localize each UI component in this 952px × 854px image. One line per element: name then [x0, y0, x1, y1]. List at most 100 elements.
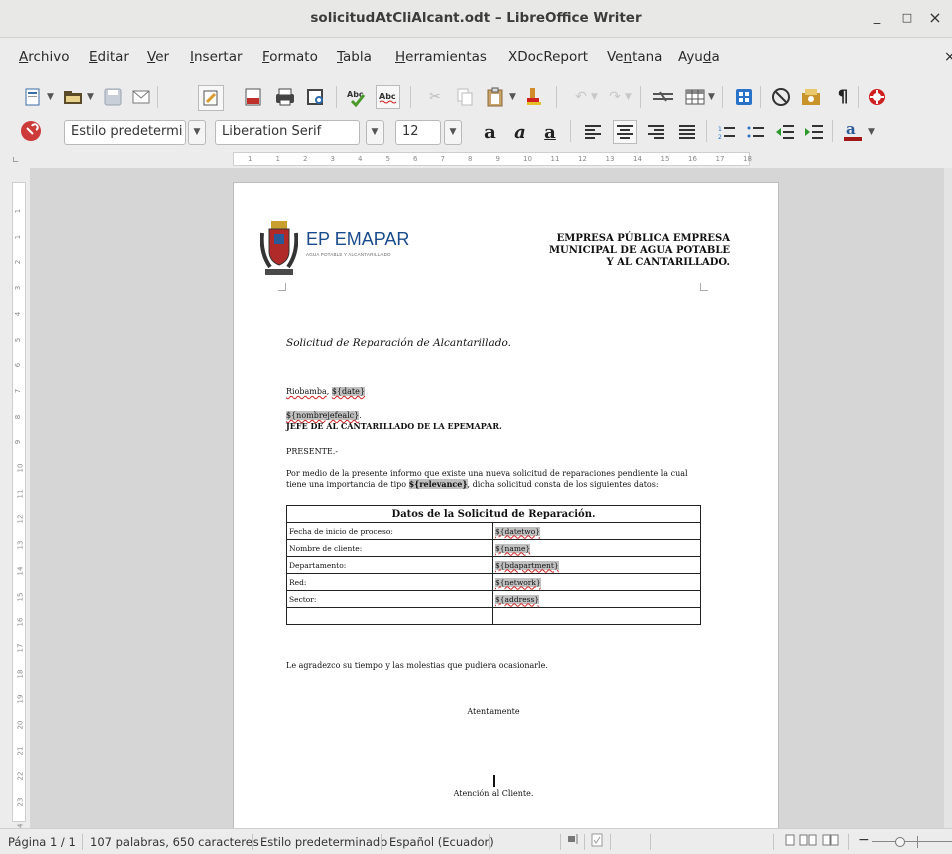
- spellcheck-icon[interactable]: Abc: [346, 86, 368, 108]
- maximize-button[interactable]: □: [898, 9, 916, 27]
- email-icon[interactable]: [130, 86, 152, 108]
- decrease-indent-icon[interactable]: [774, 121, 796, 143]
- ruler-tick-label: 14: [16, 566, 25, 576]
- ruler-tick-label: 17: [16, 643, 25, 653]
- multi-page-view-icon[interactable]: [799, 834, 817, 849]
- selection-mode-icon[interactable]: [567, 833, 579, 848]
- align-right-icon[interactable]: [645, 121, 667, 143]
- menu-ver[interactable]: Ver: [147, 49, 169, 65]
- menu-herramientas[interactable]: Herramientas: [395, 49, 487, 65]
- network-field[interactable]: ${network}: [495, 577, 541, 587]
- italic-icon[interactable]: a: [509, 121, 531, 143]
- export-pdf-icon[interactable]: [242, 86, 264, 108]
- new-document-icon[interactable]: [22, 86, 44, 108]
- separator: [706, 120, 707, 142]
- clone-formatting-icon[interactable]: [524, 86, 546, 108]
- zoom-slider[interactable]: [872, 841, 952, 842]
- chevron-down-icon[interactable]: ▼: [366, 120, 384, 145]
- chevron-down-icon[interactable]: ▼: [625, 92, 632, 102]
- align-left-icon[interactable]: [582, 121, 604, 143]
- gallery-icon[interactable]: [800, 86, 822, 108]
- organization-header: EMPRESA PÚBLICA EMPRESA MUNICIPAL DE AGU…: [510, 233, 730, 269]
- vertical-scrollbar[interactable]: [944, 168, 952, 828]
- numbering-icon[interactable]: 12: [716, 121, 738, 143]
- menu-ayuda[interactable]: Ayuda: [678, 49, 720, 65]
- print-preview-icon[interactable]: [305, 86, 327, 108]
- menu-ventana[interactable]: Ventana: [607, 49, 662, 65]
- minimize-button[interactable]: _: [868, 9, 886, 27]
- date-field[interactable]: ${date}: [331, 387, 365, 396]
- print-icon[interactable]: [274, 86, 296, 108]
- menu-formato[interactable]: Formato: [262, 49, 318, 65]
- font-color-icon[interactable]: a: [842, 120, 864, 142]
- bold-icon[interactable]: a: [479, 121, 501, 143]
- paste-icon[interactable]: [484, 86, 506, 108]
- style-tool-icon[interactable]: [20, 120, 42, 142]
- menu-xdocreport[interactable]: XDocReport: [508, 49, 588, 65]
- bullets-icon[interactable]: [745, 121, 767, 143]
- underline-icon[interactable]: a: [539, 121, 561, 143]
- close-document-button[interactable]: ×: [944, 49, 952, 65]
- menu-archivo[interactable]: Archivo: [19, 49, 69, 65]
- zoom-slider-handle[interactable]: [895, 837, 905, 847]
- menu-editar[interactable]: Editar: [89, 49, 129, 65]
- relevance-field[interactable]: ${relevance}: [408, 479, 468, 489]
- paragraph-style-combo[interactable]: Estilo predetermi: [64, 120, 186, 145]
- help-icon[interactable]: [866, 86, 888, 108]
- chevron-down-icon[interactable]: ▼: [87, 92, 94, 102]
- table-cell-value: ${network}: [492, 573, 701, 591]
- bdapartment-field[interactable]: ${bdapartment}: [495, 560, 559, 570]
- page-style[interactable]: Estilo predeterminado: [260, 835, 387, 849]
- ruler-tab-icon[interactable]: ∟: [12, 156, 20, 166]
- chevron-down-icon[interactable]: ▼: [591, 92, 598, 102]
- chevron-down-icon[interactable]: ▼: [708, 92, 715, 102]
- page-count[interactable]: Página 1 / 1: [8, 835, 76, 849]
- chevron-down-icon[interactable]: ▼: [444, 120, 462, 145]
- separator: [570, 120, 571, 142]
- ruler-tick-label: 1: [248, 155, 253, 163]
- vertical-ruler[interactable]: 1123456789101112131415161718192021222324: [12, 182, 26, 832]
- formatting-marks-icon[interactable]: ¶: [832, 86, 854, 108]
- menu-insertar[interactable]: Insertar: [190, 49, 243, 65]
- document-canvas[interactable]: EP EMAPAR AGUA POTABLE Y ALCANTARILLADO …: [30, 168, 952, 828]
- auto-spellcheck-icon[interactable]: Abc: [376, 85, 400, 109]
- redo-icon[interactable]: ↷: [604, 86, 626, 108]
- single-page-view-icon[interactable]: [785, 834, 795, 849]
- navigator-icon[interactable]: [733, 86, 755, 108]
- edit-mode-icon[interactable]: [198, 85, 224, 111]
- chevron-down-icon[interactable]: ▼: [47, 92, 54, 102]
- hyperlink-icon[interactable]: [652, 86, 674, 108]
- datetwo-field[interactable]: ${datetwo}: [495, 526, 540, 536]
- text-language[interactable]: Español (Ecuador): [389, 835, 494, 849]
- chevron-down-icon[interactable]: ▼: [188, 120, 206, 145]
- separator: [381, 834, 382, 850]
- org-line-1: EMPRESA PÚBLICA EMPRESA: [556, 233, 730, 244]
- increase-indent-icon[interactable]: [803, 121, 825, 143]
- chevron-down-icon[interactable]: ▼: [509, 92, 516, 102]
- save-icon[interactable]: [102, 86, 124, 108]
- zoom-tick: [917, 836, 918, 848]
- font-name-combo[interactable]: Liberation Serif: [215, 120, 360, 145]
- document-page[interactable]: EP EMAPAR AGUA POTABLE Y ALCANTARILLADO …: [233, 182, 779, 828]
- name-field[interactable]: ${name}: [495, 543, 531, 553]
- menu-tabla[interactable]: Tabla: [337, 49, 372, 65]
- font-size-combo[interactable]: 12: [395, 120, 441, 145]
- cut-icon[interactable]: ✂: [424, 86, 446, 108]
- document-modified-icon[interactable]: [591, 833, 603, 850]
- address-field[interactable]: ${address}: [495, 594, 540, 604]
- justify-icon[interactable]: [676, 121, 698, 143]
- show-draw-functions-icon[interactable]: [770, 86, 792, 108]
- word-count[interactable]: 107 palabras, 650 caracteres: [90, 835, 259, 849]
- book-view-icon[interactable]: [822, 834, 840, 849]
- close-button[interactable]: ×: [926, 9, 944, 27]
- undo-icon[interactable]: ↶: [570, 86, 592, 108]
- copy-icon[interactable]: [454, 86, 476, 108]
- table-cell-label: Nombre de cliente:: [286, 539, 493, 557]
- addressee-field[interactable]: ${nombrejefealc}: [286, 411, 360, 420]
- zoom-out-icon[interactable]: −: [858, 832, 870, 848]
- open-folder-icon[interactable]: [62, 86, 84, 108]
- table-icon[interactable]: [684, 86, 706, 108]
- horizontal-ruler[interactable]: 1 1 2 3 4 5 6 7 8 9 10 11 12 13 14 15 16 17 18: [233, 152, 752, 166]
- align-center-icon[interactable]: [613, 120, 637, 144]
- chevron-down-icon[interactable]: ▼: [868, 127, 875, 137]
